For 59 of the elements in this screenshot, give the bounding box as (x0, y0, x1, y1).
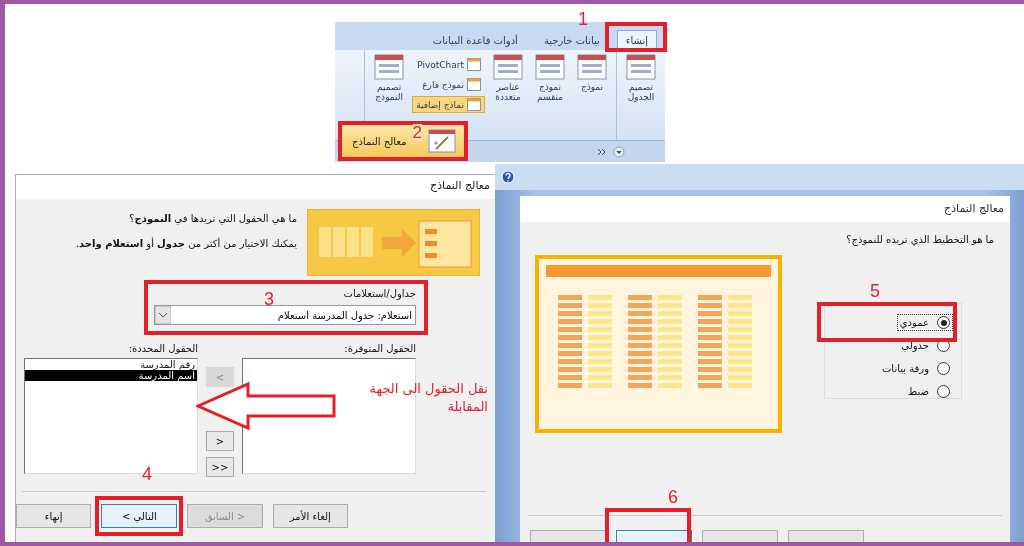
form-icon (467, 98, 481, 111)
radio-label: ضبط (908, 386, 929, 397)
form-design-icon (374, 54, 405, 80)
radio-option[interactable]: ورقة بيانات (878, 360, 953, 377)
ribbon-button[interactable]: تصميم الجدول (622, 54, 660, 136)
radio-button[interactable] (937, 316, 950, 329)
radio-label: جدولي (901, 340, 929, 351)
hint-text: يمكنك الاختيار من أكثر من جدول أو استعلام واحد. (75, 238, 297, 249)
arrow-annotation-icon (196, 382, 338, 430)
help-icon[interactable] (501, 170, 515, 184)
radio-button[interactable] (937, 385, 950, 398)
form-icon (467, 58, 481, 71)
wizard-button[interactable]: إلغاء الأمر (272, 504, 348, 528)
form-icon (493, 54, 523, 80)
table-icon (626, 54, 656, 80)
wizard-button[interactable]: إنهاء (16, 504, 92, 528)
ribbon-small-button[interactable]: PivotChart (412, 56, 485, 73)
ribbon-small-button[interactable]: نموذج فارغ (412, 76, 485, 93)
form-icon (467, 78, 481, 91)
form-icon (577, 54, 607, 80)
step-number: 1 (578, 10, 588, 28)
ribbon-tab[interactable]: بيانات خارجية (534, 30, 609, 50)
chevron-icon[interactable] (597, 147, 607, 156)
wizard-button[interactable]: التالي > (101, 504, 178, 528)
highlight-frame (605, 22, 667, 52)
ribbon-tab[interactable]: إنشاء (616, 30, 657, 50)
step-number: 2 (412, 124, 422, 141)
step-number: 6 (668, 488, 678, 506)
radio-option[interactable]: ضبط (905, 383, 953, 400)
dialog-title: معالج النماذج (520, 196, 1010, 222)
ribbon-button[interactable]: نموذج منقسم (531, 54, 569, 136)
field-label: الحقول المحددة: (128, 343, 198, 354)
menu-item-label: معالج النماذج (352, 135, 407, 147)
radio-option[interactable]: عمودي (896, 314, 953, 331)
wizard-icon (428, 129, 456, 153)
list-item[interactable]: رقم المدرسة (25, 359, 197, 370)
field-label: الحقول المتوفرة: (344, 343, 416, 354)
radio-button[interactable] (937, 362, 950, 375)
tables-combobox[interactable]: استعلام: جدول المدرسة استعلام (154, 305, 416, 325)
form-icon (535, 54, 565, 80)
field-label: جداول/استعلامات (343, 288, 416, 299)
dropdown-icon[interactable] (613, 145, 625, 158)
move-button[interactable]: >> (206, 457, 234, 477)
annotation-text: نقل الحقول الى الجهة المقابلة (368, 380, 488, 416)
question-text: ما هي الحقول التي تريدها في النموذج؟ (129, 213, 297, 224)
step-number: 3 (264, 290, 274, 308)
question-text: ما هو التخطيط الذي تريده للنموذج؟ (845, 233, 995, 245)
radio-label: عمودي (899, 317, 929, 328)
radio-label: ورقة بيانات (881, 363, 929, 374)
dialog-title: معالج النماذج (16, 175, 496, 199)
radio-option[interactable]: جدولي (898, 337, 953, 354)
ribbon-tab[interactable]: أدوات قاعدة البيانات (423, 30, 527, 50)
chevron-down-icon (155, 306, 171, 324)
move-button[interactable]: > (206, 431, 234, 451)
ribbon-button[interactable]: عناصر متعددة (489, 54, 527, 136)
ribbon-small-button[interactable]: نماذج إضافية (412, 96, 485, 113)
list-item[interactable]: اسم المدرسة (25, 370, 197, 381)
ribbon-button[interactable]: نموذج (573, 54, 611, 136)
step-number: 5 (870, 282, 880, 300)
